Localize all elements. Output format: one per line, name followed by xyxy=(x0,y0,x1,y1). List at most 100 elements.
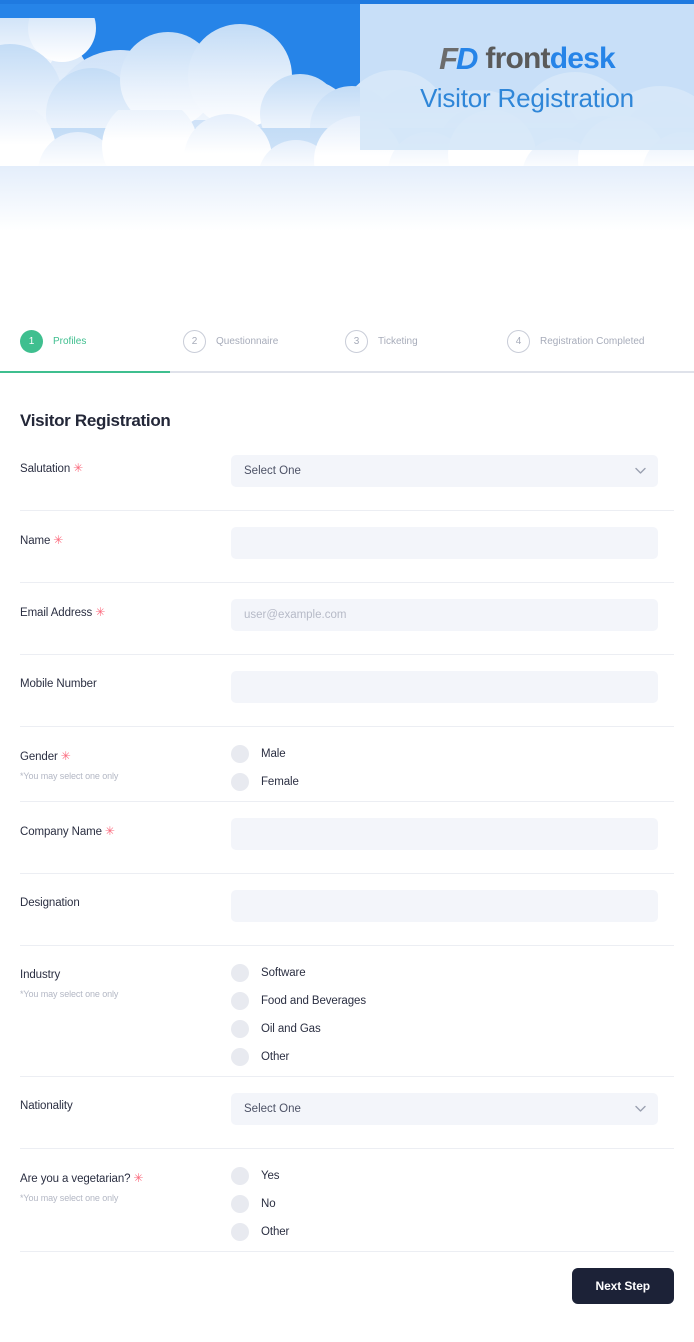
fd-monogram-icon: FD xyxy=(439,40,478,76)
mobile-input[interactable] xyxy=(231,671,658,703)
radio-icon xyxy=(231,1195,249,1213)
radio-icon xyxy=(231,1048,249,1066)
field-nationality: Nationality Select One xyxy=(20,1077,674,1149)
radio-option-male[interactable]: Male xyxy=(231,745,658,763)
radio-icon xyxy=(231,1167,249,1185)
field-mobile-right xyxy=(231,671,674,703)
salutation-select[interactable]: Select One xyxy=(231,455,658,487)
logo: FD frontdesk xyxy=(439,40,616,77)
required-asterisk-icon: ✳ xyxy=(60,749,71,763)
radio-icon xyxy=(231,1223,249,1241)
radio-label: Female xyxy=(261,776,299,788)
radio-label: Yes xyxy=(261,1170,280,1182)
step-profiles[interactable]: 1 Profiles xyxy=(20,330,183,353)
radio-icon xyxy=(231,1020,249,1038)
field-nationality-left: Nationality xyxy=(20,1093,231,1114)
field-vegetarian-left: Are you a vegetarian? ✳ *You may select o… xyxy=(20,1165,231,1203)
label-vegetarian: Are you a vegetarian? ✳ xyxy=(20,1171,144,1185)
required-asterisk-icon: ✳ xyxy=(73,461,84,475)
salutation-select-value: Select One xyxy=(244,465,301,477)
field-name-left: Name ✳ xyxy=(20,527,231,549)
radio-option-female[interactable]: Female xyxy=(231,773,658,791)
field-gender: Gender ✳ *You may select one only Male Fe… xyxy=(20,727,674,802)
company-input[interactable] xyxy=(231,818,658,850)
banner-sky: FD frontdesk Visitor Registration xyxy=(0,0,694,310)
step-label-questionnaire: Questionnaire xyxy=(216,336,279,347)
radio-option-vegetarian-other[interactable]: Other xyxy=(231,1223,658,1241)
hint-industry: *You may select one only xyxy=(20,989,119,999)
email-input[interactable] xyxy=(231,599,658,631)
industry-radio-group: Software Food and Beverages Oil and Gas … xyxy=(231,962,658,1066)
radio-option-food-and-beverages[interactable]: Food and Beverages xyxy=(231,992,658,1010)
required-asterisk-icon: ✳ xyxy=(104,824,115,838)
radio-option-no[interactable]: No xyxy=(231,1195,658,1213)
designation-input[interactable] xyxy=(231,890,658,922)
progress-fill xyxy=(0,371,170,373)
radio-option-industry-other[interactable]: Other xyxy=(231,1048,658,1066)
field-salutation-left: Salutation ✳ xyxy=(20,455,231,477)
chevron-down-icon xyxy=(635,1105,646,1113)
next-step-button[interactable]: Next Step xyxy=(571,1268,674,1304)
chevron-down-icon xyxy=(635,467,646,475)
field-designation: Designation xyxy=(20,874,674,946)
field-designation-right xyxy=(231,890,674,922)
step-number-1: 1 xyxy=(20,330,43,353)
radio-icon xyxy=(231,964,249,982)
logo-wordmark: frontdesk xyxy=(485,41,615,75)
field-salutation-right: Select One xyxy=(231,455,674,487)
field-name-right xyxy=(231,527,674,559)
form-footer: Next Step xyxy=(0,1252,694,1304)
name-input[interactable] xyxy=(231,527,658,559)
field-mobile: Mobile Number xyxy=(20,655,674,727)
field-name: Name ✳ xyxy=(20,511,674,583)
hint-gender: *You may select one only xyxy=(20,771,119,781)
radio-label: Other xyxy=(261,1226,290,1238)
radio-icon xyxy=(231,745,249,763)
label-name: Name ✳ xyxy=(20,533,64,547)
label-company: Company Name ✳ xyxy=(20,824,115,838)
field-nationality-right: Select One xyxy=(231,1093,674,1125)
registration-form: Visitor Registration Salutation ✳ Select … xyxy=(0,411,694,1252)
step-ticketing[interactable]: 3 Ticketing xyxy=(345,330,507,353)
radio-label: Other xyxy=(261,1051,290,1063)
field-company-left: Company Name ✳ xyxy=(20,818,231,840)
step-label-registration-completed: Registration Completed xyxy=(540,336,645,347)
radio-option-yes[interactable]: Yes xyxy=(231,1167,658,1185)
step-number-4: 4 xyxy=(507,330,530,353)
required-asterisk-icon: ✳ xyxy=(95,605,106,619)
radio-icon xyxy=(231,773,249,791)
required-asterisk-icon: ✳ xyxy=(53,533,64,547)
field-company-right xyxy=(231,818,674,850)
nationality-select[interactable]: Select One xyxy=(231,1093,658,1125)
progress-stepper: 1 Profiles 2 Questionnaire 3 Ticketing 4… xyxy=(0,310,694,373)
radio-option-oil-and-gas[interactable]: Oil and Gas xyxy=(231,1020,658,1038)
field-industry: Industry *You may select one only Softwa… xyxy=(20,946,674,1077)
radio-option-software[interactable]: Software xyxy=(231,964,658,982)
label-mobile: Mobile Number xyxy=(20,678,97,690)
radio-label: Food and Beverages xyxy=(261,995,366,1007)
header-subtitle: Visitor Registration xyxy=(420,82,634,113)
vegetarian-radio-group: Yes No Other xyxy=(231,1165,658,1241)
label-designation: Designation xyxy=(20,897,80,909)
field-company: Company Name ✳ xyxy=(20,802,674,874)
step-label-ticketing: Ticketing xyxy=(378,336,418,347)
step-registration-completed[interactable]: 4 Registration Completed xyxy=(507,330,677,353)
field-email-right xyxy=(231,599,674,631)
radio-label: Software xyxy=(261,967,306,979)
field-designation-left: Designation xyxy=(20,890,231,911)
step-number-3: 3 xyxy=(345,330,368,353)
step-questionnaire[interactable]: 2 Questionnaire xyxy=(183,330,345,353)
field-email-left: Email Address ✳ xyxy=(20,599,231,621)
step-number-2: 2 xyxy=(183,330,206,353)
field-gender-left: Gender ✳ *You may select one only xyxy=(20,743,231,781)
label-email: Email Address ✳ xyxy=(20,605,106,619)
nationality-select-value: Select One xyxy=(244,1103,301,1115)
radio-label: Oil and Gas xyxy=(261,1023,321,1035)
visitor-registration-page: FD frontdesk Visitor Registration 1 Prof… xyxy=(0,0,694,1342)
field-vegetarian-right: Yes No Other xyxy=(231,1165,674,1241)
radio-label: Male xyxy=(261,748,286,760)
field-industry-right: Software Food and Beverages Oil and Gas … xyxy=(231,962,674,1066)
gender-radio-group: Male Female xyxy=(231,743,658,791)
field-mobile-left: Mobile Number xyxy=(20,671,231,692)
label-industry: Industry xyxy=(20,969,61,981)
